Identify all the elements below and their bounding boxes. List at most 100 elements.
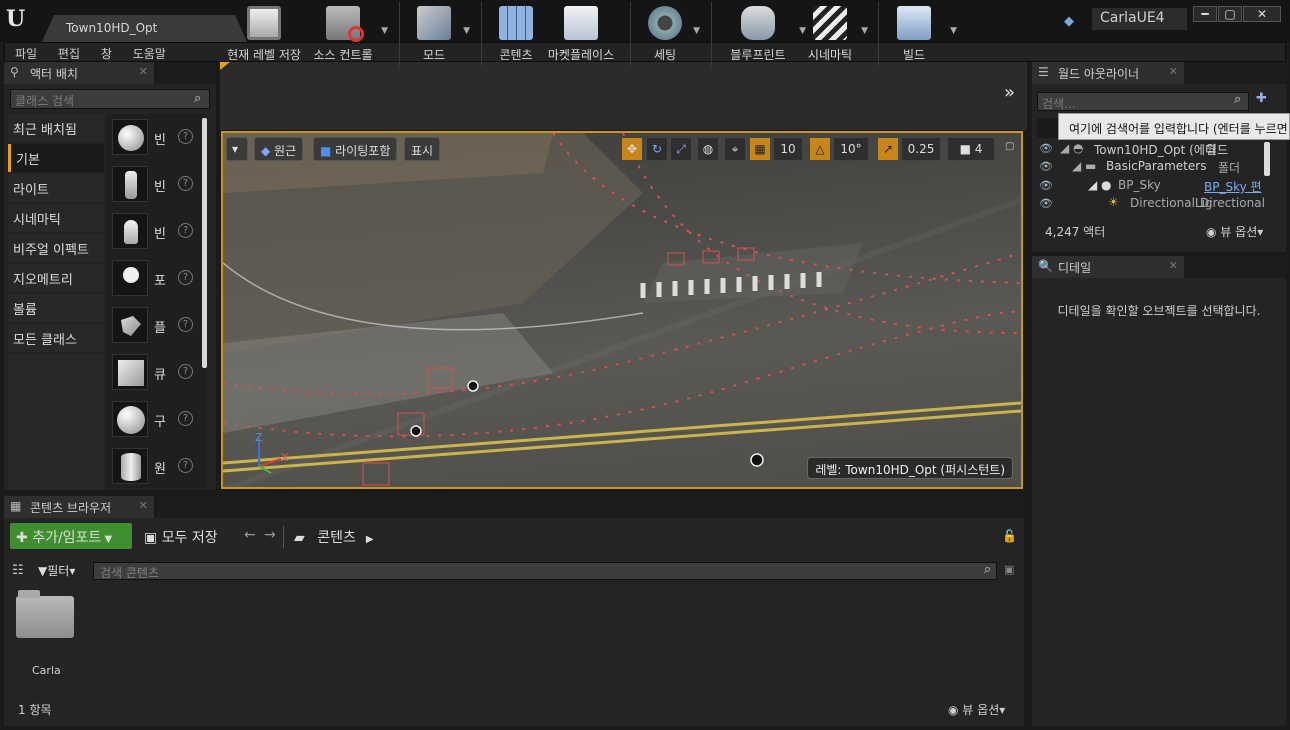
category-cinematic[interactable]: 시네마틱	[8, 204, 104, 232]
outliner-row[interactable]: 👁 ☀ DirectionalLig Directional	[1036, 195, 1265, 213]
menu-edit[interactable]: 편집	[48, 43, 87, 62]
content-search-input[interactable]: 검색 콘텐츠	[93, 562, 997, 580]
content-view-options[interactable]: ◉ 뷰 옵션▾	[948, 701, 1005, 718]
list-item[interactable]: 포 ?	[110, 258, 200, 302]
list-item[interactable]: 빈 ?	[110, 117, 200, 161]
outliner-search-input[interactable]: 검색...	[1037, 92, 1249, 111]
help-icon[interactable]: ?	[178, 364, 193, 379]
rotate-snap-icon[interactable]: △	[809, 137, 831, 161]
class-search-input[interactable]: 클래스 검색	[10, 89, 210, 109]
scrollbar[interactable]	[202, 118, 207, 368]
rotate-icon[interactable]: ↻	[646, 137, 668, 161]
build-button[interactable]: 빌드 ▼	[893, 4, 957, 64]
category-lights[interactable]: 라이트	[8, 174, 104, 202]
scale-snap-value[interactable]: 0.25	[901, 137, 941, 161]
world-space-icon[interactable]: ◍	[697, 137, 719, 161]
help-icon[interactable]: ?	[178, 411, 193, 426]
category-visual-effects[interactable]: 비주얼 이펙트	[8, 234, 104, 262]
help-icon[interactable]: ?	[178, 223, 193, 238]
menu-help[interactable]: 도움말	[123, 43, 173, 62]
lighting-button[interactable]: ■ 라이팅포함	[313, 137, 398, 161]
list-item[interactable]: 플 ?	[110, 305, 200, 349]
eye-icon[interactable]: 👁	[1039, 160, 1053, 173]
scale-icon[interactable]: ⤢	[670, 137, 692, 161]
category-all-classes[interactable]: 모든 클래스	[8, 324, 104, 352]
lock-icon[interactable]: 🔓	[1002, 529, 1017, 543]
chevron-down-icon[interactable]: ▼	[950, 26, 957, 36]
rotate-snap-value[interactable]: 10°	[833, 137, 869, 161]
scrollbar[interactable]	[1264, 142, 1270, 176]
toolbar-overflow-icon[interactable]: »	[1004, 82, 1015, 103]
eye-icon[interactable]: 👁	[1039, 197, 1053, 210]
category-volumes[interactable]: 볼륨	[8, 294, 104, 322]
perspective-button[interactable]: ◆ 원근	[254, 137, 304, 161]
chevron-down-icon[interactable]: ▼	[463, 26, 470, 36]
help-icon[interactable]: ?	[178, 270, 193, 285]
chevron-down-icon[interactable]: ▼	[693, 26, 700, 36]
outliner-item-type[interactable]: BP_Sky 편	[1204, 178, 1262, 195]
show-button[interactable]: 표시	[404, 137, 441, 161]
list-item[interactable]: 큐 ?	[110, 352, 200, 396]
close-icon[interactable]: ✕	[1169, 259, 1178, 272]
save-level-button[interactable]: 현재 레벨 저장	[226, 4, 302, 64]
surface-snap-icon[interactable]: ⌖	[724, 137, 746, 161]
eye-icon[interactable]: 👁	[1039, 179, 1053, 192]
eye-icon[interactable]: 👁	[1039, 142, 1053, 155]
chevron-down-icon[interactable]: ▼	[861, 26, 868, 36]
tab-details[interactable]: 🔍 디테일 ✕	[1032, 256, 1184, 278]
scale-snap-icon[interactable]: ↗	[877, 137, 899, 161]
source-control-button[interactable]: 소스 컨트롤 ▼	[312, 4, 388, 64]
outliner-row[interactable]: 👁 ◢ ▬ BasicParameters 폴더	[1036, 158, 1262, 176]
help-icon[interactable]: ?	[178, 317, 193, 332]
marketplace-button[interactable]: 마켓플레이스	[546, 4, 616, 64]
filter-button[interactable]: ▼필터▾	[38, 562, 75, 579]
camera-speed-button[interactable]: ■ 4	[947, 137, 995, 161]
close-icon[interactable]: ✕	[139, 499, 148, 512]
outliner-row[interactable]: 👁 ◢ ● BP_Sky BP_Sky 편	[1036, 177, 1262, 195]
modes-button[interactable]: 모드 ▼	[412, 4, 470, 64]
menu-window[interactable]: 창	[91, 43, 119, 62]
document-tab[interactable]: Town10HD_Opt	[42, 15, 247, 42]
tab-content-browser[interactable]: ▦ 콘텐츠 브라우저 ✕	[4, 496, 154, 518]
chevron-down-icon[interactable]: ▼	[381, 26, 388, 36]
level-viewport[interactable]: Z X ▾ ◆ 원근 ■ 라이팅포함 표시 ✥ ↻ ⤢ ◍ ⌖ ▦ 10 △ 1…	[221, 131, 1023, 489]
tab-world-outliner[interactable]: ☰ 월드 아웃라이너 ✕	[1032, 62, 1184, 84]
grid-snap-icon[interactable]: ▦	[749, 137, 771, 161]
path-breadcrumb[interactable]: ▰ 콘텐츠 ▶	[288, 523, 380, 549]
help-icon[interactable]: ?	[178, 458, 193, 473]
add-folder-icon[interactable]: ✚	[1256, 91, 1267, 106]
forward-arrow-icon[interactable]: →	[258, 523, 282, 549]
close-icon[interactable]: ✕	[1169, 65, 1178, 78]
save-all-button[interactable]: ▣ 모두 저장	[138, 523, 224, 549]
category-geometry[interactable]: 지오메트리	[8, 264, 104, 292]
help-icon[interactable]: ?	[178, 129, 193, 144]
blueprints-button[interactable]: 블루프린트 ▼	[724, 4, 806, 64]
sources-panel-icon[interactable]: ☷	[12, 563, 24, 578]
chevron-down-icon[interactable]: ▼	[799, 26, 806, 36]
help-icon[interactable]: ?	[178, 176, 193, 191]
maximize-viewport-icon[interactable]: ▢	[1005, 141, 1014, 152]
translate-icon[interactable]: ✥	[621, 137, 643, 161]
add-import-button[interactable]: ✚ 추가/임포트 ▼	[10, 523, 132, 549]
minimize-button[interactable]: ━	[1193, 6, 1217, 22]
list-item[interactable]: 원 ?	[110, 446, 200, 490]
outliner-row[interactable]: 👁 ◢ ◓ Town10HD_Opt (에디 월드	[1036, 140, 1262, 158]
list-item[interactable]: 구 ?	[110, 399, 200, 443]
folder-icon[interactable]	[16, 590, 74, 638]
close-button[interactable]: ✕	[1243, 6, 1281, 22]
content-button[interactable]: 콘텐츠	[496, 4, 536, 64]
save-search-icon[interactable]: ▣	[1004, 563, 1014, 576]
grid-snap-value[interactable]: 10	[773, 137, 803, 161]
category-basic[interactable]: 기본	[8, 144, 104, 172]
list-item[interactable]: 빈 ?	[110, 211, 200, 255]
maximize-button[interactable]: ▢	[1218, 6, 1242, 22]
close-icon[interactable]: ✕	[139, 65, 148, 78]
viewport-options-button[interactable]: ▾	[226, 137, 248, 161]
outliner-view-options[interactable]: ◉ 뷰 옵션▾	[1206, 223, 1263, 240]
settings-button[interactable]: 세팅 ▼	[644, 4, 700, 64]
cinematics-button[interactable]: 시네마틱 ▼	[806, 4, 868, 64]
menu-file[interactable]: 파일	[5, 43, 44, 62]
tab-place-actors[interactable]: ⚲ 액터 배치 ✕	[4, 62, 154, 84]
category-recent[interactable]: 최근 배치됨	[8, 114, 104, 142]
list-item[interactable]: 빈 ?	[110, 164, 200, 208]
